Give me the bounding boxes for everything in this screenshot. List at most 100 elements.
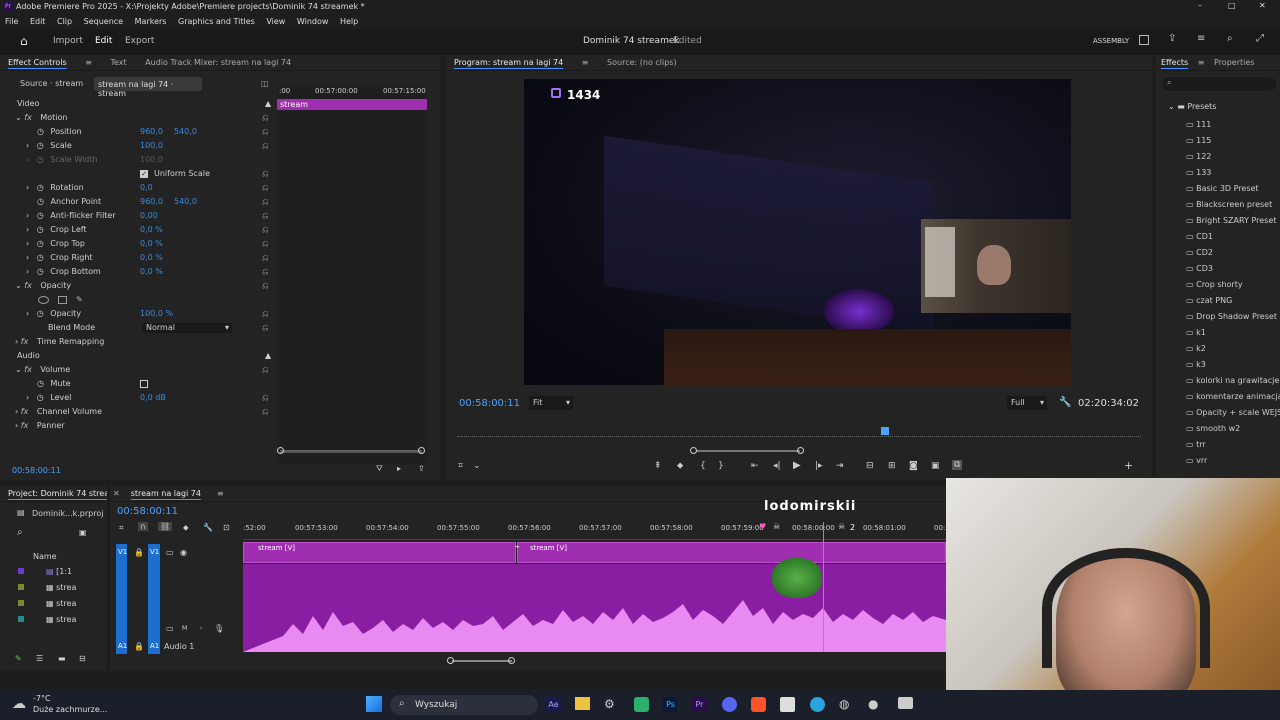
tab-effects[interactable]: Effects [1156, 55, 1193, 71]
ellipse-mask-icon[interactable] [38, 296, 49, 304]
param-value-2[interactable]: 540,0 [174, 125, 197, 139]
premiere-taskbar-icon[interactable]: Pr [692, 697, 707, 712]
reset-icon[interactable]: ⎌ [262, 223, 268, 237]
preset-item[interactable]: ▭ Bright SZARY Preset [1186, 213, 1280, 229]
preset-item[interactable]: ▭ Blackscreen preset [1186, 197, 1280, 213]
channel-volume-row[interactable]: › fx Channel Volume ⎌ [0, 405, 275, 419]
go-to-out-icon[interactable]: ⇥ [836, 461, 844, 471]
reset-icon[interactable]: ⎌ [262, 279, 268, 293]
settings-icon[interactable]: 🔧 [203, 523, 213, 532]
timeline-timecode[interactable]: 00:58:00:11 [117, 506, 178, 517]
panner-row[interactable]: › fx Panner [0, 419, 275, 433]
import-tab[interactable]: Import [53, 36, 83, 46]
expand-icon[interactable]: › [26, 211, 29, 220]
reset-icon[interactable]: ⎌ [262, 237, 268, 251]
zoom-handle-right[interactable] [418, 447, 425, 454]
weather-icon[interactable]: ☁ [12, 696, 26, 712]
tab-effect-controls[interactable]: Effect Controls [0, 55, 75, 71]
opacity-row[interactable]: ⌄ fx Opacity ⎌ [0, 279, 275, 293]
preset-item[interactable]: ▭ k1 [1186, 325, 1280, 341]
menu-graphics[interactable]: Graphics and Titles [178, 17, 255, 26]
home-icon[interactable]: ⌂ [20, 34, 28, 48]
expand-icon[interactable]: › [15, 407, 18, 416]
sync-lock-icon[interactable]: ▭ [166, 624, 174, 633]
reset-icon[interactable]: ⎌ [262, 321, 268, 335]
clip-tab[interactable]: stream na lagi 74 · stream [94, 77, 202, 98]
mute-track-icon[interactable]: M [182, 625, 187, 632]
preset-item[interactable]: ▭ 122 [1186, 149, 1280, 165]
menu-markers[interactable]: Markers [135, 17, 167, 26]
expand-icon[interactable]: › [26, 141, 29, 150]
temperature[interactable]: -7°C [33, 694, 51, 703]
edit-tab[interactable]: Edit [95, 36, 112, 46]
program-timecode[interactable]: 00:58:00:11 [459, 398, 520, 409]
list-item[interactable]: ▤ [1:1 [18, 567, 103, 576]
lift-icon[interactable]: ⇞ [654, 461, 662, 471]
preset-item[interactable]: ▭ smooth w2 [1186, 421, 1280, 437]
v1-source-patch[interactable] [116, 544, 127, 654]
preset-item[interactable]: ▭ czat PNG [1186, 293, 1280, 309]
video-clip[interactable]: ⌁ stream [V] [515, 542, 946, 563]
scroll-up-icon[interactable]: ▲ [265, 97, 271, 111]
lock-icon[interactable]: 🔒 [134, 548, 144, 557]
tab-project[interactable]: Project: Dominik 74 streamek [0, 486, 107, 501]
tab-properties[interactable]: Properties [1209, 55, 1259, 71]
app-icon[interactable] [898, 697, 913, 709]
close-icon[interactable]: ✕ [110, 486, 123, 502]
menu-clip[interactable]: Clip [57, 17, 72, 26]
zoom-handle-right[interactable] [508, 657, 515, 664]
clip-bar[interactable]: stream [277, 99, 427, 110]
wrench-icon[interactable]: 🔧 [1059, 397, 1071, 408]
maximize-button[interactable]: □ [1228, 1, 1236, 10]
v1-target-label[interactable]: V1 [150, 548, 159, 556]
new-bin-icon[interactable]: ▣ [79, 528, 87, 537]
minimize-button[interactable]: – [1198, 1, 1202, 10]
tab-sequence[interactable]: stream na lagi 74 [123, 486, 209, 502]
file-explorer-icon[interactable] [575, 697, 590, 710]
nest-icon[interactable]: ⌗ [119, 523, 124, 533]
tab-audio-mixer[interactable]: Audio Track Mixer: stream na lagi 74 [137, 55, 299, 71]
panel-icon[interactable] [1139, 35, 1149, 45]
close-button[interactable]: ✕ [1259, 1, 1266, 10]
insert-icon[interactable]: ⊟ [866, 461, 874, 471]
timeline-zoom-bar[interactable] [452, 660, 512, 662]
icon-view-icon[interactable]: ▬ [58, 654, 66, 663]
param-value[interactable]: 0,00 [140, 209, 158, 223]
expand-icon[interactable]: › [15, 337, 18, 346]
reset-icon[interactable]: ⎌ [262, 181, 268, 195]
playhead-line[interactable] [823, 522, 824, 652]
blend-mode-select[interactable]: Normal ▾ [142, 323, 232, 333]
tab-menu-icon[interactable]: ≡ [1196, 55, 1207, 71]
reset-icon[interactable]: ⎌ [262, 139, 268, 153]
expand-icon[interactable]: › [26, 225, 29, 234]
menu-file[interactable]: File [5, 17, 18, 26]
menu-view[interactable]: View [266, 17, 285, 26]
list-item[interactable]: ▦ strea [18, 615, 103, 624]
chevron-down-icon[interactable]: ⌄ [473, 461, 481, 471]
tab-text[interactable]: Text [102, 55, 134, 71]
preset-item[interactable]: ▭ CD3 [1186, 261, 1280, 277]
preset-item[interactable]: ▭ k3 [1186, 357, 1280, 373]
menu-help[interactable]: Help [340, 17, 358, 26]
preset-item[interactable]: ▭ Drop Shadow Preset [1186, 309, 1280, 325]
v1-target[interactable] [148, 544, 160, 654]
tab-program[interactable]: Program: stream na lagi 74 [446, 55, 571, 71]
effect-controls-zoom-slider[interactable] [280, 451, 422, 453]
mark-out-icon[interactable]: } [718, 461, 724, 471]
expand-icon[interactable]: › [26, 183, 29, 192]
pen-mask-icon[interactable]: ✎ [76, 293, 83, 307]
expand-icon[interactable]: › [26, 393, 29, 402]
video-clip[interactable]: stream [V] [243, 542, 516, 563]
param-value[interactable]: 0,0 % [140, 251, 163, 265]
list-item[interactable]: ▦ strea [18, 583, 103, 592]
stopwatch-icon[interactable]: ◷ [37, 267, 44, 276]
reset-icon[interactable]: ⎌ [262, 195, 268, 209]
app-icon[interactable] [780, 697, 795, 712]
export-icon[interactable]: ⇪ [418, 464, 425, 473]
play-audio-icon[interactable]: ▸ [397, 464, 401, 473]
list-item[interactable]: ▦ strea [18, 599, 103, 608]
quality-select[interactable]: Full ▾ [1007, 396, 1047, 410]
expand-icon[interactable]: › [26, 253, 29, 262]
search-icon[interactable]: ⌕ [17, 527, 23, 538]
expand-icon[interactable]: › [15, 421, 18, 430]
